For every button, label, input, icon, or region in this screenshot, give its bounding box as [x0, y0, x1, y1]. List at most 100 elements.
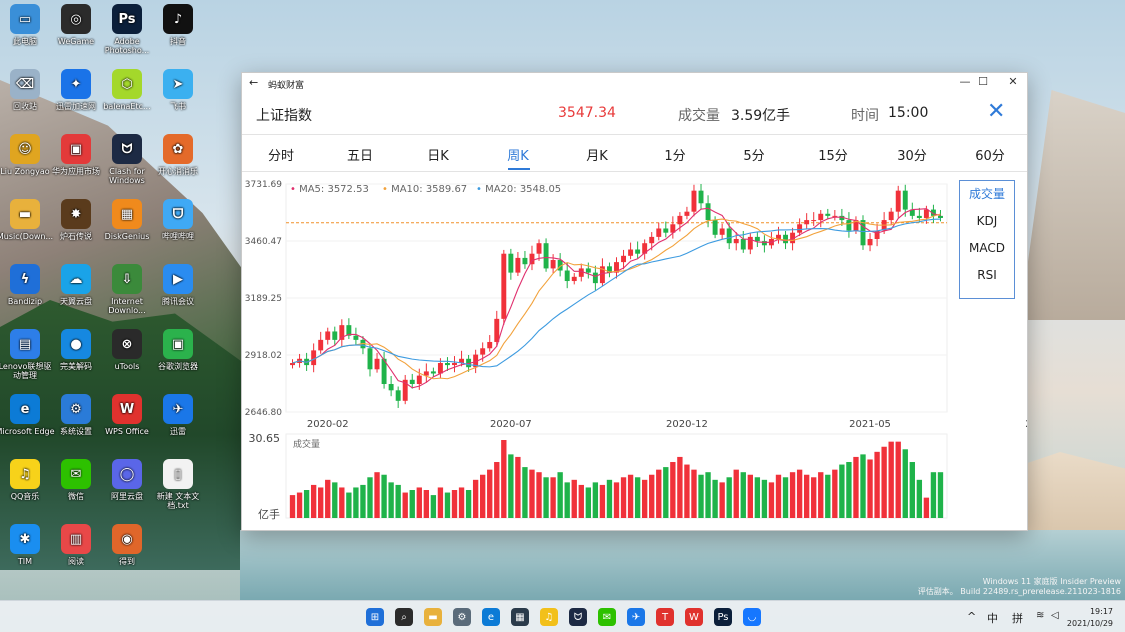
tab-1[interactable]: 五日: [330, 145, 390, 164]
xunlei-icon[interactable]: ✈: [627, 608, 645, 626]
ime-chinese-indicator[interactable]: 中: [987, 610, 998, 626]
wifi-icon[interactable]: ≋: [1036, 610, 1044, 621]
candle-body: [691, 190, 697, 212]
file-explorer-icon[interactable]: ▬: [424, 608, 442, 626]
desktop-icon-label: 新建 文本文档.txt: [156, 492, 200, 510]
photoshop-icon[interactable]: Ps: [714, 608, 732, 626]
desktop-icon[interactable]: ♪ 抖音: [148, 4, 208, 46]
volume-bar: [712, 479, 718, 518]
volume-bar: [874, 451, 880, 518]
candle-body: [571, 276, 577, 282]
desktop-app-icon: ➤: [163, 69, 193, 99]
volume-bar: [451, 490, 458, 518]
desktop-app-icon: ⊗: [112, 329, 142, 359]
desktop-icon[interactable]: ▣ 谷歌浏览器: [148, 329, 208, 371]
volume-bar: [782, 477, 789, 518]
search-icon[interactable]: ⌕: [395, 608, 413, 626]
candle-body: [564, 270, 570, 282]
maximize-button[interactable]: ☐: [973, 75, 993, 88]
tab-0[interactable]: 分时: [251, 145, 311, 164]
qq-music-icon[interactable]: ♫: [540, 608, 558, 626]
kline-chart[interactable]: 3731.69 3460.47 3189.25 2918.02 2646.80 2020-…: [242, 172, 1027, 532]
candle-body: [649, 236, 655, 244]
windows-watermark: Windows 11 家庭版 Insider Preview 评估副本。 Bui…: [918, 577, 1121, 597]
tab-7[interactable]: 15分: [803, 145, 863, 164]
close-quote-icon[interactable]: ✕: [987, 99, 1005, 124]
volume-bar: [571, 479, 577, 518]
volume-bar: [895, 441, 901, 518]
y-tick-label: 3460.47: [245, 237, 282, 247]
ime-pinyin-indicator[interactable]: 拼: [1012, 610, 1023, 626]
candle-body: [332, 331, 338, 340]
ant-fortune-icon[interactable]: ◡: [743, 608, 761, 626]
tab-8[interactable]: 30分: [882, 145, 942, 164]
desktop-app-icon: ✦: [61, 69, 91, 99]
indicator-option[interactable]: KDJ: [960, 208, 1014, 235]
tray-overflow-icon[interactable]: ^: [967, 610, 976, 623]
desktop-icon[interactable]: ✈ 迅雷: [148, 394, 208, 436]
indicator-option[interactable]: RSI: [960, 262, 1014, 289]
volume-bar: [719, 482, 725, 518]
clock[interactable]: 19:17 2021/10/29: [1067, 606, 1113, 630]
volume-bar: [310, 484, 317, 518]
desktop-app-icon: ▶: [163, 264, 193, 294]
volume-bar: [888, 441, 894, 518]
wallpaper-cliff: [1020, 90, 1125, 320]
desktop-app-icon: W: [112, 394, 142, 424]
volume-bar: [550, 477, 556, 518]
volume-bar: [515, 456, 521, 518]
tab-2[interactable]: 日K: [408, 145, 468, 164]
volume-bar: [634, 477, 641, 518]
candle-body: [888, 211, 894, 221]
volume-bar: [832, 469, 838, 518]
desktop-icon[interactable]: ◉ 得到: [97, 524, 157, 566]
tab-3[interactable]: 周K: [488, 145, 548, 164]
tab-6[interactable]: 5分: [724, 145, 784, 164]
desktop-icon[interactable]: ▶ 腾讯会议: [148, 264, 208, 306]
desktop-app-icon: ✉: [61, 459, 91, 489]
candle-body: [712, 220, 718, 235]
windows-start-icon[interactable]: ⊞: [366, 608, 384, 626]
close-window-button[interactable]: ✕: [1003, 75, 1023, 88]
tab-5[interactable]: 1分: [645, 145, 705, 164]
desktop-icon[interactable]: ✿ 开心消消乐: [148, 134, 208, 176]
volume-bar: [613, 482, 620, 518]
settings-icon[interactable]: ⚙: [453, 608, 471, 626]
volume-bar: [353, 487, 359, 518]
minimize-button[interactable]: —: [955, 75, 975, 88]
clash-icon[interactable]: ᗢ: [569, 608, 587, 626]
desktop-app-icon: ⬡: [112, 69, 142, 99]
desktop-app-icon: ☁: [61, 264, 91, 294]
tab-9[interactable]: 60分: [960, 145, 1020, 164]
volume-bar: [818, 472, 824, 518]
wechat-icon[interactable]: ✉: [598, 608, 616, 626]
desktop-icon[interactable]: ➤ 飞书: [148, 69, 208, 111]
candle-body: [543, 243, 549, 269]
tab-4[interactable]: 月K: [567, 145, 627, 164]
store-icon[interactable]: ▦: [511, 608, 529, 626]
desktop-icon-label: 得到: [119, 557, 135, 566]
desktop-icon-label: 飞书: [170, 102, 186, 111]
volume-bar: [691, 469, 697, 518]
edge-icon[interactable]: e: [482, 608, 500, 626]
candle-body: [416, 375, 422, 385]
volume-bar: [585, 487, 592, 518]
speaker-icon[interactable]: ◁: [1051, 610, 1059, 621]
wps-icon[interactable]: W: [685, 608, 703, 626]
desktop-icon[interactable]: ▯ 新建 文本文档.txt: [148, 459, 208, 510]
candle-body: [705, 203, 711, 221]
volume-bar: [296, 492, 303, 518]
volume-bar: [839, 464, 845, 518]
indicator-option[interactable]: 成交量: [960, 181, 1014, 208]
candle-body: [550, 260, 556, 269]
back-arrow-icon[interactable]: ←: [249, 76, 258, 89]
candle-body: [923, 209, 929, 218]
volume-label: 成交量: [678, 108, 720, 124]
indicator-option[interactable]: MACD: [960, 235, 1014, 262]
volume-bar: [508, 454, 514, 518]
x-tick-label: 2021-10: [1025, 419, 1027, 430]
volume-bar: [409, 490, 415, 518]
desktop-icon[interactable]: ᗜ 哔哩哔哩: [148, 199, 208, 241]
toutiao-icon[interactable]: T: [656, 608, 674, 626]
ma-legend-label: • MA5: 3572.53: [290, 184, 369, 195]
